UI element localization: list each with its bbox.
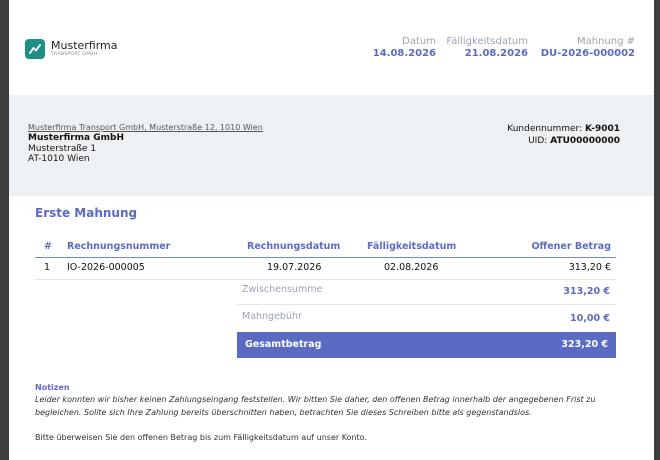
fee-value: 10,00 € [570, 313, 610, 324]
row-open-amount: 313,20 € [568, 262, 611, 273]
subtotal-row: Zwischensumme 313,20 € [237, 280, 616, 305]
viewer-left-edge [0, 0, 9, 460]
header-invoice-number: Rechnungsnummer [67, 241, 171, 252]
customer-uid-label: UID: [528, 136, 548, 146]
company-tagline: TRANSPORT GMBH [51, 52, 98, 58]
notes-text: Leider konnten wir bisher keinen Zahlung… [35, 395, 596, 417]
customer-uid: UID: ATU00000000 [507, 135, 620, 147]
customer-number-label: Kundennummer: [507, 124, 583, 134]
row-due-date: 02.08.2026 [384, 262, 439, 273]
table-header: # Rechnungsnummer Rechnungsdatum Fälligk… [35, 238, 616, 258]
row-invoice-date: 19.07.2026 [267, 262, 322, 273]
payment-instruction: Bitte überweisen Sie den offenen Betrag … [35, 433, 367, 442]
meta-due-date: Fälligkeitsdatum 21.08.2026 [446, 36, 528, 60]
sender-line: Musterfirma Transport GmbH, Musterstraße… [28, 123, 263, 132]
chart-line-icon [25, 39, 45, 59]
customer-info: Kundennummer: K-9001 UID: ATU00000000 [507, 123, 620, 147]
document-page: Musterfirma TRANSPORT GMBH Datum 14.08.2… [9, 0, 654, 460]
total-row: Gesamtbetrag 323,20 € [237, 332, 616, 358]
customer-uid-value: ATU00000000 [550, 136, 620, 146]
total-value: 323,20 € [561, 339, 608, 350]
reminder-number-label: Mahnung # [576, 36, 635, 47]
due-date-label: Fälligkeitsdatum [446, 36, 528, 47]
header-number: # [44, 241, 52, 252]
fee-label: Mahngebühr [242, 311, 302, 322]
date-value: 14.08.2026 [372, 48, 436, 59]
reminder-number-value: DU-2026-000002 [540, 48, 635, 59]
header-open-amount: Offener Betrag [531, 241, 611, 252]
meta-reminder-number: Mahnung # DU-2026-000002 [541, 36, 635, 60]
subtotal-value: 313,20 € [563, 286, 610, 297]
header-invoice-date: Rechnungsdatum [247, 241, 341, 252]
recipient-address: Musterfirma GmbH Musterstraße 1 AT-1010 … [28, 133, 124, 165]
recipient-city: AT-1010 Wien [28, 154, 90, 164]
subtotal-label: Zwischensumme [242, 284, 323, 295]
row-invoice-number: IO-2026-000005 [67, 262, 145, 273]
table-row: 1 IO-2026-000005 19.07.2026 02.08.2026 3… [35, 257, 616, 280]
company-logo: Musterfirma TRANSPORT GMBH [25, 39, 118, 59]
viewer-right-edge [654, 0, 660, 460]
due-date-value: 21.08.2026 [464, 48, 528, 59]
customer-number-value: K-9001 [585, 124, 620, 134]
row-number: 1 [44, 262, 51, 273]
header-due-date: Fälligkeitsdatum [367, 241, 457, 252]
notes-heading: Notizen [35, 383, 70, 392]
fee-row: Mahngebühr 10,00 € [237, 305, 616, 331]
recipient-street: Musterstraße 1 [28, 143, 97, 154]
date-label: Datum [402, 36, 436, 47]
document-title: Erste Mahnung [35, 206, 138, 220]
company-name: Musterfirma [51, 39, 118, 53]
recipient-company: Musterfirma GmbH [28, 133, 124, 143]
address-band: Musterfirma Transport GmbH, Musterstraße… [9, 95, 654, 196]
total-label: Gesamtbetrag [245, 339, 322, 350]
meta-date: Datum 14.08.2026 [373, 36, 436, 60]
customer-number: Kundennummer: K-9001 [507, 123, 620, 135]
